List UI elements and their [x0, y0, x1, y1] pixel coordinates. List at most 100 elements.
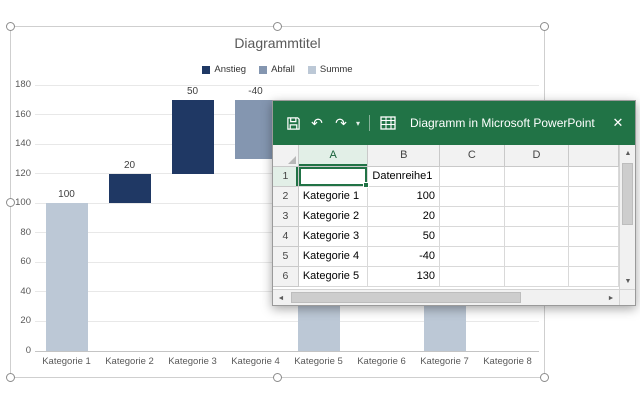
sheet-cell[interactable] — [440, 207, 505, 227]
sheet-cell[interactable] — [505, 247, 570, 267]
chart-bar[interactable] — [235, 100, 277, 159]
sheet-cell[interactable] — [569, 247, 619, 267]
column-header-A[interactable]: A — [299, 145, 369, 167]
legend-item[interactable]: Summe — [308, 64, 353, 75]
legend-label: Abfall — [271, 64, 295, 75]
sheet-cell[interactable]: Kategorie 2 — [299, 207, 369, 227]
column-header-row: ABCD — [273, 145, 619, 167]
selection-handle-bottom-left[interactable] — [6, 373, 15, 382]
spreadsheet: ABCD 1Datenreihe12Kategorie 11003Kategor… — [273, 145, 619, 289]
legend-item[interactable]: Anstieg — [202, 64, 246, 75]
sheet-cell[interactable] — [505, 267, 570, 287]
x-axis-category-label: Kategorie 2 — [98, 356, 161, 367]
row-header[interactable]: 1 — [273, 167, 299, 187]
chart-title[interactable]: Diagrammtitel — [11, 35, 544, 51]
scroll-left-icon[interactable]: ◄ — [273, 290, 289, 306]
row-header[interactable]: 2 — [273, 187, 299, 207]
y-axis-tick-label: 140 — [11, 138, 31, 149]
bar-data-label: 50 — [161, 86, 224, 97]
undo-button[interactable]: ↶ — [305, 111, 329, 135]
y-axis-tick-label: 80 — [11, 227, 31, 238]
selection-handle-bottom-right[interactable] — [540, 373, 549, 382]
selection-handle-top-middle[interactable] — [273, 22, 282, 31]
horizontal-scroll-thumb[interactable] — [291, 292, 521, 303]
sheet-cell[interactable]: 20 — [368, 207, 440, 227]
x-axis-category-label: Kategorie 4 — [224, 356, 287, 367]
scroll-right-icon[interactable]: ► — [603, 290, 619, 306]
sheet-cell[interactable]: Datenreihe1 — [368, 167, 440, 187]
data-window-title: Diagramm in Microsoft PowerPoint — [410, 116, 595, 130]
bar-data-label: 20 — [98, 160, 161, 171]
vertical-scroll-thumb[interactable] — [622, 163, 633, 225]
save-button[interactable] — [281, 111, 305, 135]
sheet-cell[interactable] — [569, 167, 619, 187]
sheet-cell[interactable]: 130 — [368, 267, 440, 287]
close-button[interactable]: ✕ — [601, 101, 635, 145]
sheet-cell[interactable] — [440, 227, 505, 247]
quick-access-dropdown[interactable]: ▾ — [353, 119, 363, 128]
x-axis-category-label: Kategorie 6 — [350, 356, 413, 367]
sheet-cell[interactable]: Kategorie 4 — [299, 247, 369, 267]
sheet-cell[interactable]: 100 — [368, 187, 440, 207]
legend-swatch — [202, 66, 210, 74]
scroll-up-icon[interactable]: ▲ — [620, 145, 636, 161]
sheet-cell[interactable] — [569, 227, 619, 247]
sheet-cell[interactable] — [440, 187, 505, 207]
column-header-B[interactable]: B — [368, 145, 440, 167]
redo-icon: ↷ — [335, 115, 347, 132]
scroll-down-icon[interactable]: ▼ — [620, 273, 636, 289]
chart-bar[interactable] — [172, 100, 214, 174]
sheet-cell[interactable]: Kategorie 1 — [299, 187, 369, 207]
column-header-D[interactable]: D — [505, 145, 570, 167]
sheet-cell[interactable] — [505, 167, 570, 187]
sheet-cell[interactable] — [505, 227, 570, 247]
row-header[interactable]: 3 — [273, 207, 299, 227]
row-header[interactable]: 5 — [273, 247, 299, 267]
column-header-C[interactable]: C — [440, 145, 505, 167]
selection-handle-top-left[interactable] — [6, 22, 15, 31]
data-window-titlebar[interactable]: ↶ ↷ ▾ Diagramm in Microsoft PowerPoint ✕ — [273, 101, 635, 145]
bar-data-label: -40 — [224, 86, 287, 97]
sheet-cell[interactable] — [569, 267, 619, 287]
chart-data-window: ↶ ↷ ▾ Diagramm in Microsoft PowerPoint ✕… — [272, 100, 636, 306]
view-data-button[interactable] — [376, 111, 400, 135]
y-axis-tick-label: 180 — [11, 79, 31, 90]
sheet-cell[interactable]: Kategorie 5 — [299, 267, 369, 287]
selection-handle-top-right[interactable] — [540, 22, 549, 31]
sheet-cell[interactable] — [505, 187, 570, 207]
sheet-cell[interactable]: 50 — [368, 227, 440, 247]
select-all-corner[interactable] — [273, 145, 299, 167]
sheet-cell[interactable] — [299, 167, 369, 187]
chart-legend: Anstieg Abfall Summe — [11, 64, 544, 75]
gridline — [35, 85, 539, 86]
horizontal-scrollbar[interactable]: ◄ ► — [273, 289, 619, 305]
row-header[interactable]: 6 — [273, 267, 299, 287]
redo-button[interactable]: ↷ — [329, 111, 353, 135]
sheet-cell[interactable] — [440, 267, 505, 287]
sheet-cell[interactable] — [569, 187, 619, 207]
legend-label: Summe — [320, 64, 353, 75]
y-axis-tick-label: 40 — [11, 286, 31, 297]
x-axis-category-label: Kategorie 1 — [35, 356, 98, 367]
sheet-row: 2Kategorie 1100 — [273, 187, 619, 207]
x-axis-category-label: Kategorie 3 — [161, 356, 224, 367]
column-header-partial[interactable] — [569, 145, 619, 167]
chart-bar[interactable] — [109, 174, 151, 204]
sheet-cell[interactable]: -40 — [368, 247, 440, 267]
selection-handle-bottom-middle[interactable] — [273, 373, 282, 382]
chart-bar[interactable] — [46, 203, 88, 351]
y-axis-tick-label: 120 — [11, 168, 31, 179]
sheet-cell[interactable] — [505, 207, 570, 227]
selection-handle-middle-left[interactable] — [6, 198, 15, 207]
x-axis-category-label: Kategorie 8 — [476, 356, 539, 367]
sheet-cell[interactable] — [569, 207, 619, 227]
sheet-cell[interactable]: Kategorie 3 — [299, 227, 369, 247]
toolbar-separator — [369, 115, 370, 131]
sheet-cell[interactable] — [440, 167, 505, 187]
legend-item[interactable]: Abfall — [259, 64, 295, 75]
sheet-cell[interactable] — [440, 247, 505, 267]
slide-canvas: Diagrammtitel AnstiegAbfallSumme 0204060… — [0, 0, 640, 406]
vertical-scrollbar[interactable]: ▲ ▼ — [619, 145, 635, 289]
row-header[interactable]: 4 — [273, 227, 299, 247]
bar-data-label: 100 — [35, 189, 98, 200]
